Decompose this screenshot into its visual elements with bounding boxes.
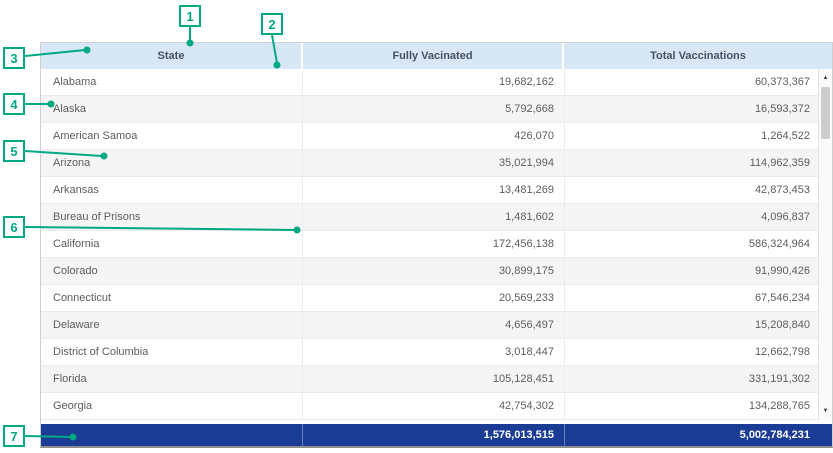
- table-row[interactable]: California 172,456,138 586,324,964: [41, 231, 832, 258]
- table-row[interactable]: Florida 105,128,451 331,191,302: [41, 366, 832, 393]
- cell-state: Delaware: [41, 312, 303, 338]
- cell-state: American Samoa: [41, 123, 303, 149]
- cell-total-vaccinations: 16,593,372: [565, 96, 832, 122]
- cell-state: Connecticut: [41, 285, 303, 311]
- cell-fully-vaccinated: 3,018,447: [303, 339, 565, 365]
- callout-6: 6: [3, 216, 25, 238]
- callout-2: 2: [261, 13, 283, 35]
- table-total-row: 1,576,013,515 5,002,784,231: [41, 424, 832, 446]
- table-row[interactable]: Alaska 5,792,668 16,593,372: [41, 96, 832, 123]
- callout-7: 7: [3, 425, 25, 447]
- cell-total-vaccinations: 134,288,765: [565, 393, 832, 419]
- cell-fully-vaccinated: 42,754,302: [303, 393, 565, 419]
- cell-state: Arkansas: [41, 177, 303, 203]
- cell-fully-vaccinated: 1,481,602: [303, 204, 565, 230]
- cell-total-vaccinations: 60,373,367: [565, 69, 832, 95]
- scroll-down-button[interactable]: ▼: [819, 404, 832, 418]
- cell-total-vaccinations: 42,873,453: [565, 177, 832, 203]
- column-header-fully-vaccinated[interactable]: Fully Vacinated: [303, 43, 564, 69]
- cell-state: Colorado: [41, 258, 303, 284]
- cell-state: Arizona: [41, 150, 303, 176]
- callout-5: 5: [3, 140, 25, 162]
- cell-state: Bureau of Prisons: [41, 204, 303, 230]
- cell-fully-vaccinated: 426,070: [303, 123, 565, 149]
- screenshot-root: State Fully Vacinated Total Vaccinations…: [0, 0, 833, 453]
- table-row[interactable]: District of Columbia 3,018,447 12,662,79…: [41, 339, 832, 366]
- cell-state: Florida: [41, 366, 303, 392]
- cell-fully-vaccinated: 4,656,497: [303, 312, 565, 338]
- total-cell-empty: [41, 424, 303, 446]
- callout-3: 3: [3, 47, 25, 69]
- table-row[interactable]: Arkansas 13,481,269 42,873,453: [41, 177, 832, 204]
- cell-total-vaccinations: 114,962,359: [565, 150, 832, 176]
- cell-fully-vaccinated: 30,899,175: [303, 258, 565, 284]
- table-row[interactable]: Arizona 35,021,994 114,962,359: [41, 150, 832, 177]
- callout-4: 4: [3, 93, 25, 115]
- table-row[interactable]: Connecticut 20,569,233 67,546,234: [41, 285, 832, 312]
- table-row[interactable]: Bureau of Prisons 1,481,602 4,096,837: [41, 204, 832, 231]
- cell-fully-vaccinated: 105,128,451: [303, 366, 565, 392]
- cell-state: California: [41, 231, 303, 257]
- cell-total-vaccinations: 331,191,302: [565, 366, 832, 392]
- cell-state: Alabama: [41, 69, 303, 95]
- table-row[interactable]: Colorado 30,899,175 91,990,426: [41, 258, 832, 285]
- vertical-scrollbar[interactable]: ▲ ▼: [818, 69, 832, 420]
- vaccinations-table: State Fully Vacinated Total Vaccinations…: [40, 42, 833, 448]
- cell-state: Alaska: [41, 96, 303, 122]
- table-header-row: State Fully Vacinated Total Vaccinations: [41, 43, 832, 69]
- cell-total-vaccinations: 12,662,798: [565, 339, 832, 365]
- column-header-state[interactable]: State: [41, 43, 303, 69]
- scroll-up-button[interactable]: ▲: [819, 71, 832, 85]
- table-body: Alabama 19,682,162 60,373,367 Alaska 5,7…: [41, 69, 832, 420]
- scroll-down-icon: ▼: [823, 408, 829, 414]
- cell-total-vaccinations: 1,264,522: [565, 123, 832, 149]
- cell-total-vaccinations: 67,546,234: [565, 285, 832, 311]
- column-header-total-vaccinations[interactable]: Total Vaccinations: [564, 43, 832, 69]
- table-row[interactable]: American Samoa 426,070 1,264,522: [41, 123, 832, 150]
- scrollbar-thumb[interactable]: [821, 87, 830, 139]
- cell-total-vaccinations: 4,096,837: [565, 204, 832, 230]
- cell-fully-vaccinated: 172,456,138: [303, 231, 565, 257]
- cell-state: Georgia: [41, 393, 303, 419]
- cell-fully-vaccinated: 19,682,162: [303, 69, 565, 95]
- cell-total-vaccinations: 15,208,840: [565, 312, 832, 338]
- table-row[interactable]: Alabama 19,682,162 60,373,367: [41, 69, 832, 96]
- cell-fully-vaccinated: 35,021,994: [303, 150, 565, 176]
- cell-fully-vaccinated: 20,569,233: [303, 285, 565, 311]
- cell-state: District of Columbia: [41, 339, 303, 365]
- callout-1: 1: [179, 5, 201, 27]
- cell-total-vaccinations: 586,324,964: [565, 231, 832, 257]
- total-cell-fully-vaccinated: 1,576,013,515: [303, 424, 565, 446]
- total-cell-total-vaccinations: 5,002,784,231: [565, 424, 832, 446]
- cell-fully-vaccinated: 5,792,668: [303, 96, 565, 122]
- cell-total-vaccinations: 91,990,426: [565, 258, 832, 284]
- table-row[interactable]: Delaware 4,656,497 15,208,840: [41, 312, 832, 339]
- table-row[interactable]: Georgia 42,754,302 134,288,765: [41, 393, 832, 420]
- scroll-up-icon: ▲: [823, 75, 829, 81]
- cell-fully-vaccinated: 13,481,269: [303, 177, 565, 203]
